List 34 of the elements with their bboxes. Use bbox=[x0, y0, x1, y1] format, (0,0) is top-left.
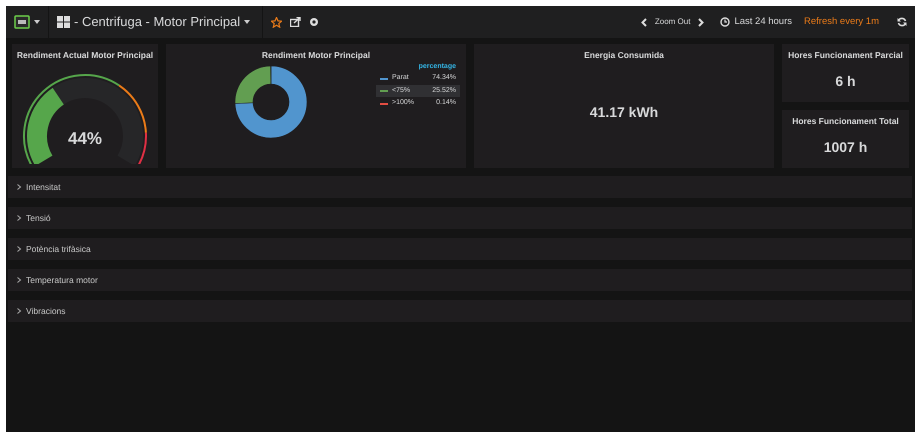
panel-title: Hores Funcionament Parcial bbox=[787, 49, 904, 62]
share-icon[interactable] bbox=[290, 17, 302, 27]
stat-value: 1007 h bbox=[822, 138, 868, 157]
refresh-icon[interactable] bbox=[897, 17, 907, 27]
star-icon[interactable] bbox=[271, 16, 282, 28]
row-header[interactable]: Tensió bbox=[8, 207, 912, 229]
chevron-right-icon[interactable] bbox=[698, 18, 704, 26]
time-range-picker[interactable]: Last 24 hours bbox=[716, 14, 796, 30]
settings-icon[interactable] bbox=[309, 17, 320, 27]
stat-value: 41.17 kWh bbox=[588, 102, 660, 122]
row-header[interactable]: Temperatura motor bbox=[8, 269, 912, 291]
chevron-left-icon[interactable] bbox=[640, 18, 647, 26]
clock-icon bbox=[720, 17, 730, 27]
zoom-out-button[interactable]: Zoom Out bbox=[650, 16, 694, 28]
caret-icon bbox=[244, 20, 250, 24]
panel-title: Rendiment Actual Motor Principal bbox=[16, 49, 154, 62]
caret-icon[interactable] bbox=[34, 20, 40, 24]
gauge-value: 44% bbox=[66, 128, 104, 150]
chevron-icon bbox=[16, 215, 22, 221]
stat-value: 6 h bbox=[834, 72, 857, 91]
chevron-icon bbox=[16, 277, 22, 283]
panel-title: Energia Consumida bbox=[583, 49, 665, 62]
chevron-icon bbox=[16, 184, 22, 190]
panel-title: Rendiment Motor Principal bbox=[260, 49, 372, 62]
dashboard-title[interactable]: - Centrifuga - Motor Principal bbox=[70, 12, 254, 32]
chevron-icon bbox=[16, 308, 22, 314]
panel-title: Hores Funcionament Total bbox=[791, 115, 900, 128]
row-header[interactable]: Intensitat bbox=[8, 176, 912, 198]
refresh-interval-button[interactable]: Refresh every 1m bbox=[800, 14, 883, 30]
dashboard-grid-icon bbox=[57, 16, 70, 28]
logo-icon[interactable] bbox=[14, 15, 30, 29]
row-header[interactable]: Potència trifàsica bbox=[8, 238, 912, 260]
chevron-icon bbox=[16, 246, 22, 252]
row-header[interactable]: Vibracions bbox=[8, 300, 912, 322]
